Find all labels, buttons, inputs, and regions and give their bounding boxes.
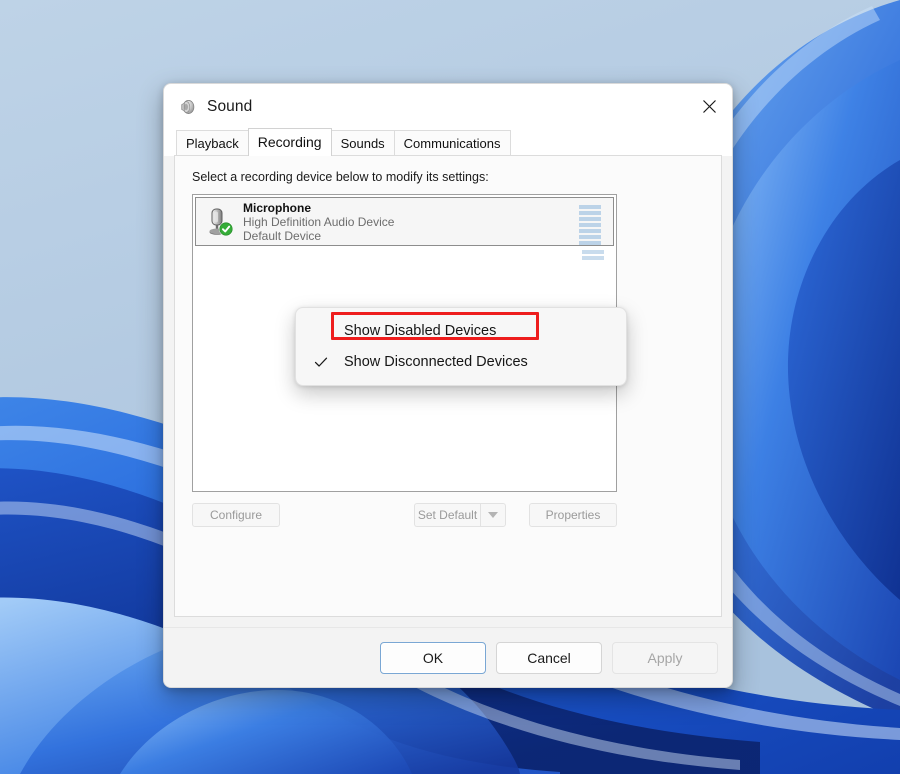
tab-communications[interactable]: Communications bbox=[393, 130, 511, 156]
dialog-footer: OK Cancel Apply bbox=[164, 627, 732, 687]
context-menu: Show Disabled Devices Show Disconnected … bbox=[295, 307, 627, 386]
device-name: Microphone bbox=[243, 200, 311, 215]
device-driver: High Definition Audio Device bbox=[243, 214, 395, 229]
volume-meter-overflow bbox=[582, 250, 604, 262]
menu-item-show-disabled-devices[interactable]: Show Disabled Devices bbox=[296, 315, 626, 346]
menu-item-label: Show Disabled Devices bbox=[344, 322, 497, 339]
close-icon bbox=[702, 100, 716, 113]
device-status: Default Device bbox=[243, 228, 322, 243]
desktop: Sound Playback Recording Sounds Communic… bbox=[0, 0, 900, 774]
device-text-block: Microphone High Definition Audio Device … bbox=[243, 201, 394, 243]
dialog-title: Sound bbox=[207, 97, 253, 115]
configure-button[interactable]: Configure bbox=[192, 503, 280, 527]
checkmark-icon bbox=[314, 357, 328, 367]
device-action-buttons: Configure Set Default Properties bbox=[192, 503, 617, 527]
page-hint-text: Select a recording device below to modif… bbox=[192, 170, 489, 184]
ok-button[interactable]: OK bbox=[380, 641, 486, 674]
dialog-titlebar[interactable]: Sound bbox=[164, 84, 732, 129]
tab-recording[interactable]: Recording bbox=[247, 128, 332, 156]
chevron-down-icon bbox=[488, 512, 498, 518]
tab-strip: Playback Recording Sounds Communications bbox=[164, 128, 732, 156]
recording-tab-panel: Select a recording device below to modif… bbox=[174, 155, 722, 617]
menu-item-show-disconnected-devices[interactable]: Show Disconnected Devices bbox=[296, 346, 626, 377]
speaker-icon bbox=[181, 99, 195, 114]
apply-button[interactable]: Apply bbox=[612, 641, 718, 674]
tab-sounds[interactable]: Sounds bbox=[330, 130, 395, 156]
list-item[interactable]: Microphone High Definition Audio Device … bbox=[195, 197, 614, 246]
green-check-badge-icon bbox=[219, 221, 233, 236]
menu-item-label: Show Disconnected Devices bbox=[344, 353, 528, 370]
close-button[interactable] bbox=[686, 84, 732, 129]
cancel-button[interactable]: Cancel bbox=[496, 641, 602, 674]
set-default-dropdown-button[interactable] bbox=[480, 503, 506, 527]
microphone-icon bbox=[209, 208, 233, 236]
volume-meter bbox=[579, 205, 601, 247]
tab-playback[interactable]: Playback bbox=[176, 130, 249, 156]
set-default-button[interactable]: Set Default bbox=[414, 503, 480, 527]
properties-button[interactable]: Properties bbox=[529, 503, 617, 527]
